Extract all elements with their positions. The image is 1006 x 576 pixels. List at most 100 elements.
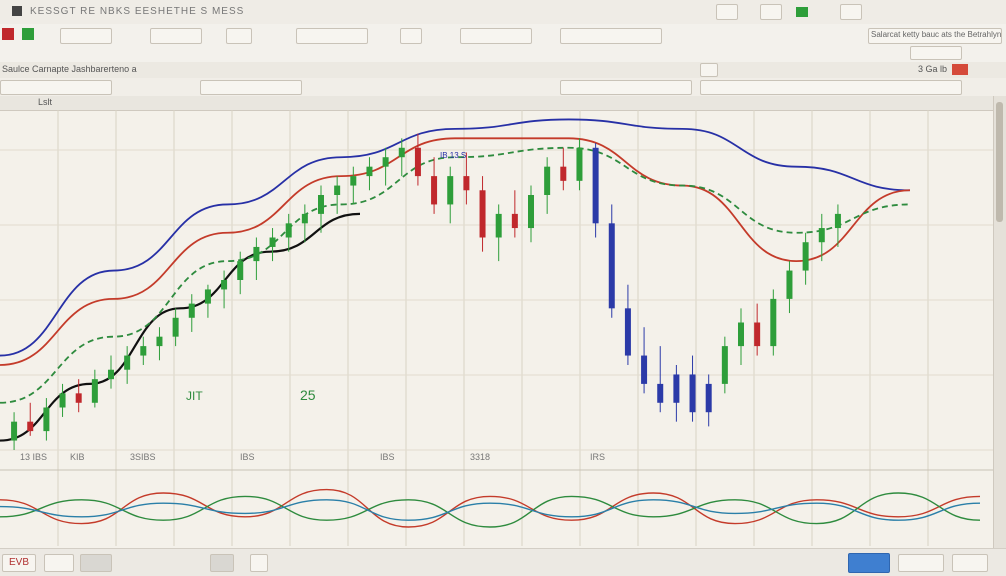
candle-body	[366, 166, 373, 177]
toolbar-button-1[interactable]	[60, 28, 112, 44]
candle-body	[431, 176, 438, 205]
x-tick-label: IRS	[590, 452, 605, 462]
indicator-line-4	[0, 146, 911, 404]
candle-body	[204, 289, 211, 304]
x-tick-label: IBS	[380, 452, 395, 462]
toolbar-button-5[interactable]	[400, 28, 422, 44]
candle-body	[786, 270, 793, 299]
price-chart[interactable]: 13 IBS KIB 3SIBS IBS IBS 3318 IRS JIT 25 IB 13 S	[0, 110, 994, 548]
candle-body	[414, 147, 421, 177]
candle-body	[705, 383, 712, 413]
candle-body	[318, 195, 324, 214]
candle-body	[721, 346, 728, 384]
candle-body	[221, 280, 228, 290]
oscillator-line-3	[0, 499, 981, 521]
candle-body	[301, 213, 308, 224]
candle-body	[59, 393, 66, 408]
window-button-2[interactable]	[760, 4, 782, 20]
ruler-label: Lslt	[38, 97, 53, 107]
field-4[interactable]	[700, 80, 962, 95]
chart-annotation: 25	[300, 387, 316, 403]
candle-body	[528, 195, 534, 229]
close-icon[interactable]	[952, 64, 968, 75]
candle-body	[382, 157, 389, 167]
field-2[interactable]	[200, 80, 302, 95]
candle-body	[334, 185, 341, 195]
candle-body	[802, 242, 809, 271]
search-field[interactable]: Salarcat ketty bauc ats the Betrahlyn	[868, 28, 1002, 44]
chart-annotation: JIT	[186, 389, 203, 403]
candle-body	[269, 237, 276, 247]
sub-toolbar: Saulce Carnapte Jashbarerteno a 3 Ga lb	[0, 62, 1006, 79]
oscillator-line-2	[0, 492, 981, 528]
x-tick-label: 3SIBS	[130, 452, 156, 462]
candle-body	[689, 374, 696, 413]
candle-body	[834, 213, 841, 229]
candle-body	[495, 213, 502, 238]
candle-body	[11, 421, 18, 441]
window-button-3[interactable]	[840, 4, 862, 20]
green-status-icon	[796, 7, 808, 17]
x-tick-label: 13 IBS	[20, 452, 47, 462]
sub-button[interactable]	[700, 63, 718, 77]
candle-body	[253, 246, 260, 262]
search-text: Salarcat ketty bauc ats the Betrahlyn	[871, 30, 1002, 39]
x-tick-label: 3318	[470, 452, 490, 462]
candle-body	[479, 190, 486, 238]
toolbar-button-4[interactable]	[296, 28, 368, 44]
candle-body	[576, 147, 583, 181]
field-1[interactable]	[0, 80, 112, 95]
candle-body	[657, 383, 664, 403]
red-flag-icon[interactable]	[2, 28, 14, 40]
status-button-3[interactable]	[210, 554, 234, 572]
candle-body	[140, 346, 147, 356]
oscillator-panel	[0, 488, 981, 528]
candle-body	[398, 147, 405, 158]
candle-body	[75, 393, 82, 403]
status-button-2[interactable]	[80, 554, 112, 572]
status-left-text: EVB	[9, 557, 30, 568]
status-button-5[interactable]	[898, 554, 944, 572]
chart-annotation: IB 13 S	[440, 151, 466, 160]
toolbar-button-2[interactable]	[150, 28, 202, 44]
candle-body	[641, 355, 648, 384]
candle-body	[91, 379, 98, 403]
scrollbar-thumb[interactable]	[996, 102, 1003, 222]
field-3[interactable]	[560, 80, 692, 95]
vertical-scrollbar[interactable]	[993, 96, 1006, 548]
toolbar-button-3[interactable]	[226, 28, 252, 44]
candle-body	[463, 176, 470, 191]
candle-body	[447, 176, 454, 205]
toolbar: Salarcat ketty bauc ats the Betrahlyn	[0, 24, 1006, 63]
candle-body	[560, 166, 567, 181]
status-tab-left[interactable]: EVB	[2, 554, 36, 572]
status-button-4[interactable]	[250, 554, 268, 572]
field-bar	[0, 78, 1006, 96]
candle-body	[188, 303, 195, 318]
ruler-bar: Lslt	[0, 96, 1006, 111]
toolbar-button-6[interactable]	[460, 28, 532, 44]
candle-body	[754, 322, 761, 347]
candles	[11, 133, 841, 450]
status-action-button[interactable]	[848, 553, 890, 573]
menu-title[interactable]: KESSGT RE NBKS EESHETHE S MESS	[30, 6, 244, 17]
menu-bar: KESSGT RE NBKS EESHETHE S MESS	[0, 0, 1006, 25]
candle-body	[608, 223, 615, 309]
candle-body	[592, 147, 599, 224]
toolbar-button-8[interactable]	[910, 46, 962, 60]
toolbar-button-7[interactable]	[560, 28, 662, 44]
sub-right-text: 3 Ga lb	[918, 64, 948, 74]
candle-body	[350, 176, 357, 186]
x-tick-label: KIB	[70, 452, 85, 462]
candle-body	[124, 355, 131, 370]
candle-body	[818, 228, 825, 243]
status-button-6[interactable]	[952, 554, 988, 572]
candle-body	[544, 166, 551, 195]
green-save-icon[interactable]	[22, 28, 34, 40]
x-tick-labels: 13 IBS KIB 3SIBS IBS IBS 3318 IRS	[20, 452, 605, 462]
status-button-1[interactable]	[44, 554, 74, 572]
candle-body	[738, 322, 744, 347]
window-button-1[interactable]	[716, 4, 738, 20]
candle-body	[27, 421, 34, 432]
indicator-lines	[0, 118, 911, 442]
